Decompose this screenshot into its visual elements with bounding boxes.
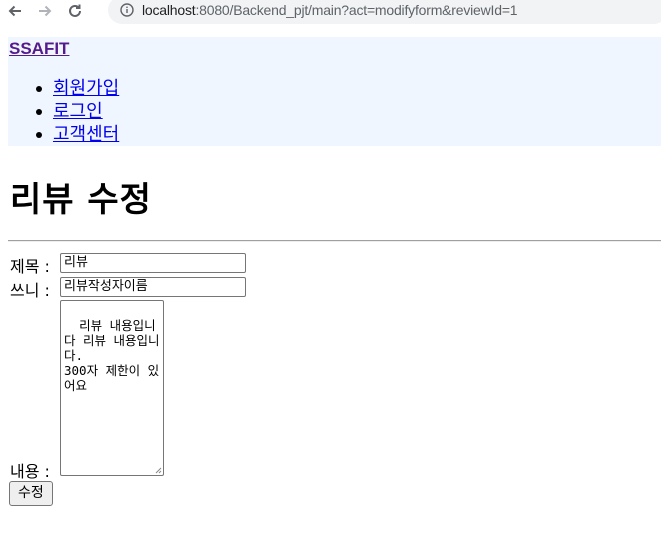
signup-link[interactable]: 회원가입	[53, 77, 119, 100]
bullet-icon	[36, 109, 42, 115]
content-textarea[interactable]: 리뷰 내용입니다 리뷰 내용입니다. 300자 제한이 있어요	[60, 300, 164, 476]
resize-grip-icon[interactable]	[154, 466, 162, 474]
reload-icon[interactable]	[60, 0, 90, 22]
writer-input[interactable]: 리뷰작성자이름	[60, 277, 246, 297]
login-link[interactable]: 로그인	[53, 100, 103, 123]
info-icon[interactable]	[120, 3, 134, 17]
back-arrow-icon[interactable]	[0, 0, 30, 22]
content-label: 내용 :	[10, 462, 50, 481]
bullet-icon	[36, 86, 42, 92]
url-path: :8080/Backend_pjt/main?act=modifyform&re…	[195, 2, 518, 18]
title-label: 제목 :	[10, 257, 50, 276]
address-bar[interactable]: localhost:8080/Backend_pjt/main?act=modi…	[108, 0, 661, 24]
divider	[8, 240, 661, 242]
content-text: 리뷰 내용입니다 리뷰 내용입니다. 300자 제한이 있어요	[64, 318, 160, 393]
page-title: 리뷰 수정	[10, 180, 152, 220]
site-header: SSAFIT 회원가입 로그인 고객센터	[8, 37, 661, 146]
title-input[interactable]: 리뷰	[60, 253, 246, 273]
url-text: localhost:8080/Backend_pjt/main?act=modi…	[142, 2, 518, 18]
writer-label: 쓰니 :	[10, 281, 50, 300]
support-link[interactable]: 고객센터	[53, 123, 119, 146]
url-host: localhost	[142, 2, 196, 18]
brand-link[interactable]: SSAFIT	[9, 39, 69, 59]
submit-button[interactable]: 수정	[9, 481, 53, 506]
forward-arrow-icon[interactable]	[30, 0, 60, 22]
browser-toolbar: localhost:8080/Backend_pjt/main?act=modi…	[0, 0, 661, 24]
bullet-icon	[36, 132, 42, 138]
